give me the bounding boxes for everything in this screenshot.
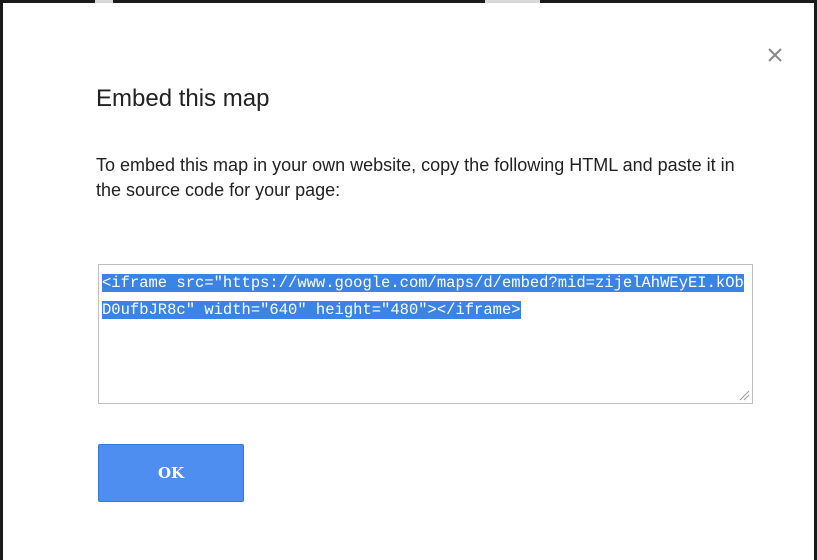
resize-grip-icon[interactable] — [738, 389, 750, 401]
embed-code-textarea[interactable]: <iframe src="https://www.google.com/maps… — [98, 264, 753, 404]
close-button[interactable] — [760, 40, 790, 70]
dialog-description: To embed this map in your own website, c… — [96, 155, 735, 200]
dialog-title: Embed this map — [96, 85, 270, 112]
close-icon — [768, 48, 782, 62]
embed-code-selection: <iframe src="https://www.google.com/maps… — [102, 274, 744, 319]
embed-code-text: <iframe src="https://www.google.com/maps… — [102, 270, 744, 323]
ok-button[interactable]: OK — [98, 444, 244, 502]
embed-map-dialog: Embed this map To embed this map in your… — [3, 3, 814, 560]
